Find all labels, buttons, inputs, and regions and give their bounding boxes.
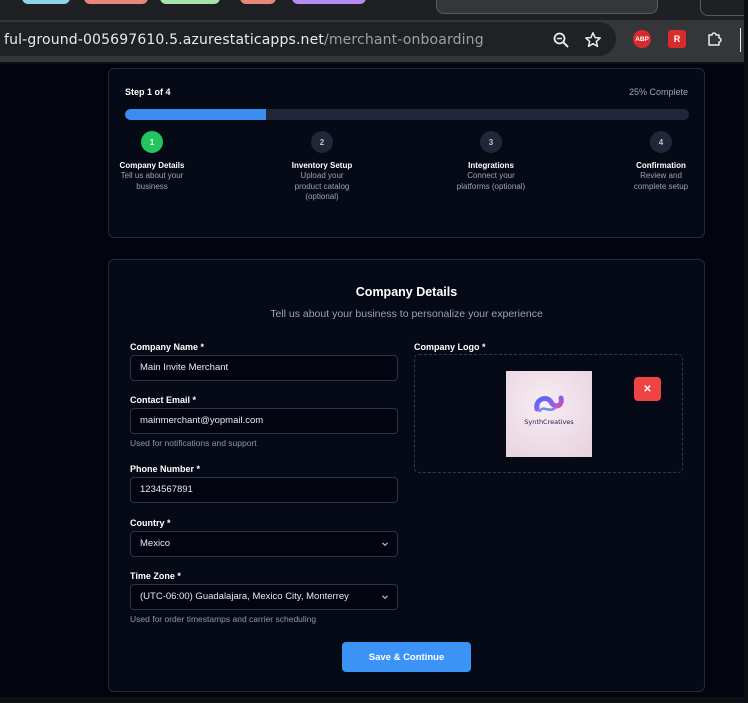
time-zone-help: Used for order timestamps and carrier sc… — [130, 614, 317, 624]
step-number-badge: 4 — [650, 131, 672, 153]
chevron-down-icon — [382, 595, 388, 600]
progress-bar-fill — [125, 109, 266, 120]
tab-group-chip[interactable] — [160, 0, 220, 4]
step-description: Connect your platforms (optional) — [456, 171, 526, 191]
extension-label: R — [673, 34, 681, 44]
zoom-icon[interactable] — [552, 31, 570, 49]
time-zone-select[interactable]: (UTC-06:00) Guadalajara, Mexico City, Mo… — [130, 584, 398, 610]
step-description: Review and complete setup — [633, 171, 689, 191]
contact-email-help: Used for notifications and support — [130, 438, 257, 448]
tab-group-chip[interactable] — [22, 0, 70, 4]
window-frame-edge — [744, 0, 748, 703]
step-description: Upload your product catalog (optional) — [294, 171, 350, 201]
step-counter: Step 1 of 4 — [125, 87, 171, 97]
step-description: Tell us about your business — [120, 171, 184, 191]
percent-complete: 25% Complete — [628, 87, 688, 97]
company-logo-image: SynthCreatives — [506, 371, 592, 457]
step-number-badge: 1 — [141, 131, 163, 153]
chevron-down-icon — [382, 542, 388, 547]
step-title: Company Details — [119, 161, 185, 170]
save-and-continue-button[interactable]: Save & Continue — [342, 642, 471, 672]
onboarding-progress-card: Step 1 of 4 25% Complete 1 Company Detai… — [108, 68, 705, 238]
window-frame-edge — [0, 697, 748, 703]
logo-swirl-graphic — [534, 395, 564, 413]
contact-email-input[interactable]: mainmerchant@yopmail.com — [130, 408, 398, 434]
progress-bar — [125, 109, 689, 120]
address-bar[interactable]: ful-ground-005697610.5.azurestaticapps.n… — [0, 22, 616, 56]
phone-number-input[interactable]: 1234567891 — [130, 477, 398, 503]
step-title: Confirmation — [636, 161, 686, 170]
step-company-details[interactable]: 1 Company Details Tell us about your bus… — [117, 131, 187, 192]
tab-group-chip[interactable] — [240, 0, 276, 4]
bookmark-star-icon[interactable] — [584, 31, 602, 49]
browser-tab[interactable] — [700, 0, 748, 16]
remove-logo-button[interactable]: ✕ — [634, 377, 661, 401]
step-integrations[interactable]: 3 Integrations Connect your platforms (o… — [456, 131, 526, 192]
step-title: Integrations — [468, 161, 514, 170]
company-details-form: Company Details Tell us about your busin… — [108, 259, 705, 692]
extension-label: ABP — [635, 35, 649, 43]
browser-toolbar: ful-ground-005697610.5.azurestaticapps.n… — [0, 20, 748, 62]
tab-strip — [0, 0, 748, 20]
company-name-input[interactable]: Main Invite Merchant — [130, 355, 398, 381]
time-zone-label: Time Zone * — [130, 571, 181, 581]
country-label: Country * — [130, 518, 171, 528]
step-title: Inventory Setup — [291, 161, 353, 170]
tab-group-chip[interactable] — [292, 0, 366, 4]
tab-group-chip[interactable] — [84, 0, 148, 4]
contact-email-label: Contact Email * — [130, 395, 197, 405]
form-title: Company Details — [355, 285, 458, 299]
logo-upload-dropzone[interactable]: SynthCreatives ✕ — [414, 354, 683, 473]
step-number-badge: 3 — [480, 131, 502, 153]
url-text[interactable]: ful-ground-005697610.5.azurestaticapps.n… — [4, 32, 484, 48]
close-icon: ✕ — [643, 383, 652, 395]
toolbar-divider — [0, 62, 748, 64]
url-host: ful-ground-005697610.5.azurestaticapps.n… — [4, 32, 324, 48]
step-inventory-setup[interactable]: 2 Inventory Setup Upload your product ca… — [287, 131, 357, 203]
red-extension-icon[interactable]: R — [668, 30, 686, 48]
phone-number-label: Phone Number * — [130, 464, 201, 474]
url-path: /merchant-onboarding — [323, 32, 484, 48]
adblock-plus-icon[interactable]: ABP — [633, 30, 651, 48]
step-number-badge: 2 — [311, 131, 333, 153]
extensions-puzzle-icon[interactable] — [706, 29, 724, 47]
country-select[interactable]: Mexico — [130, 531, 398, 557]
active-tab[interactable] — [436, 0, 658, 14]
time-zone-value: (UTC-06:00) Guadalajara, Mexico City, Mo… — [140, 591, 349, 602]
logo-wordmark: SynthCreatives — [524, 418, 574, 426]
company-logo-label: Company Logo * — [414, 342, 486, 352]
company-name-label: Company Name * — [130, 342, 205, 352]
step-confirmation[interactable]: 4 Confirmation Review and complete setup — [626, 131, 696, 192]
country-value: Mexico — [140, 538, 171, 549]
form-subtitle: Tell us about your business to personali… — [270, 308, 543, 320]
